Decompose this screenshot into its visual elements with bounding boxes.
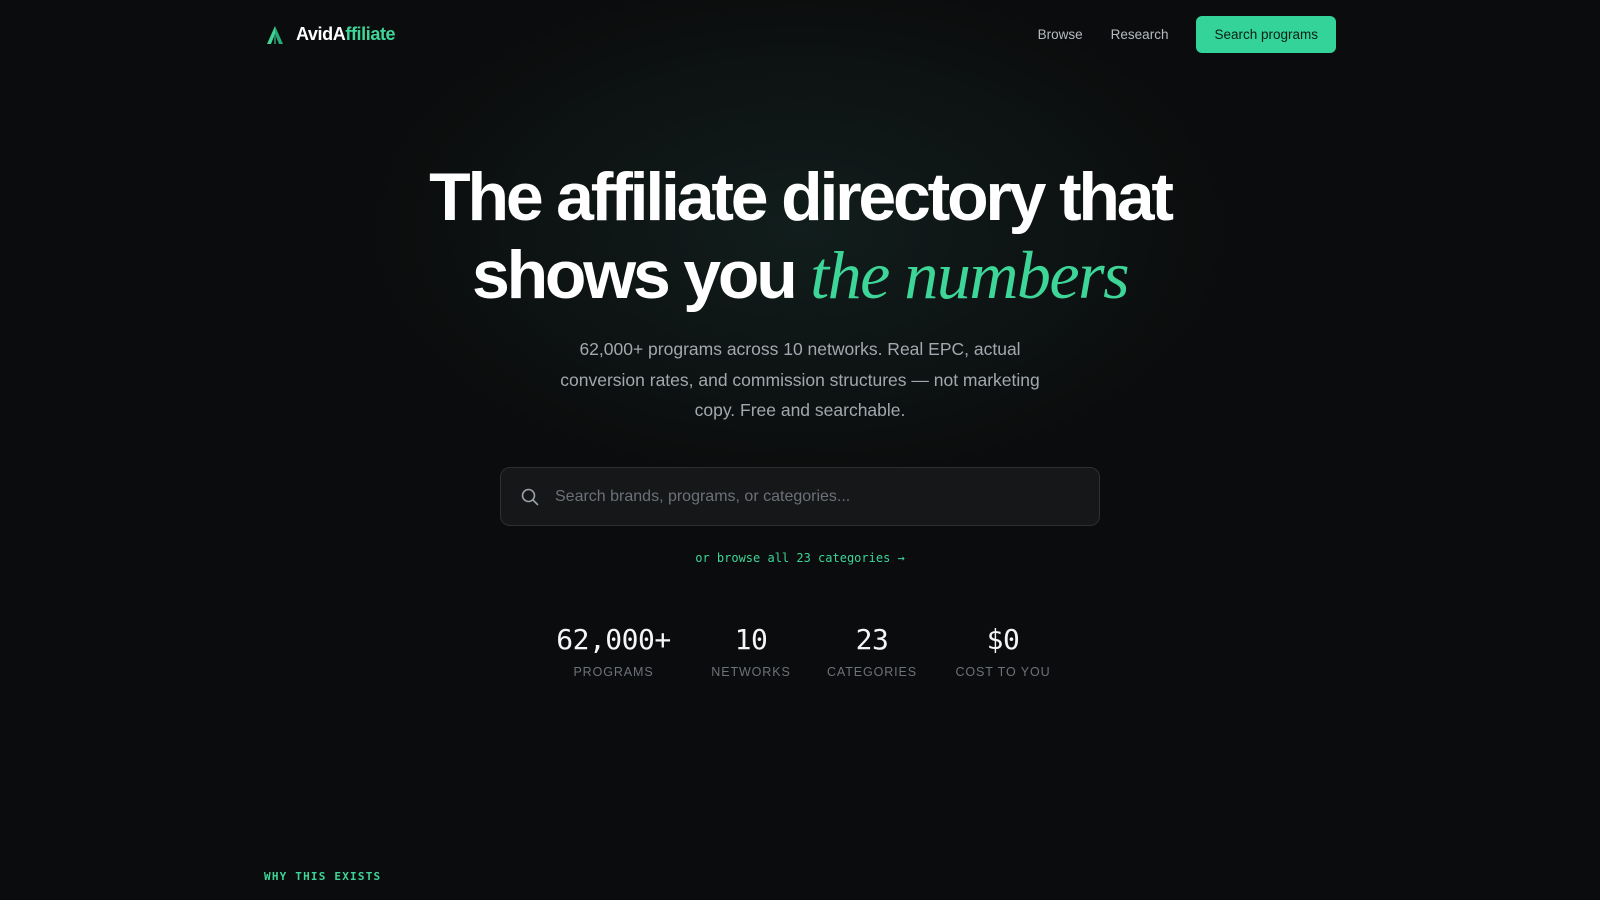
stat-label: CATEGORIES [826,665,918,679]
nav-link-research[interactable]: Research [1111,27,1169,42]
hero-subtitle: 62,000+ programs across 10 networks. Rea… [560,339,1040,420]
stats-row: 62,000+ PROGRAMS 10 NETWORKS 23 CATEGORI… [538,622,1073,679]
stat-networks: 10 NETWORKS [691,622,811,679]
brand-logo-link[interactable]: AvidAffiliate [264,24,396,46]
stat-value: $0 [986,623,1020,656]
stat-value: 23 [855,623,889,656]
stat-label: PROGRAMS [573,665,654,679]
stat-label: COST TO YOU [955,665,1051,679]
stat-value: 10 [734,623,768,656]
brand-name-suffix: ffiliate [345,24,396,44]
search-input[interactable] [555,468,1099,525]
page: AvidAffiliate Browse Research Search pro… [0,0,1600,900]
stat-programs: 62,000+ PROGRAMS [538,622,689,679]
brand-name-prefix: AvidA [296,24,346,44]
search-bar [500,467,1100,526]
search-programs-button[interactable]: Search programs [1196,16,1336,53]
section-label-why: WHY THIS EXISTS [264,870,382,883]
browse-categories-link[interactable]: or browse all 23 categories → [0,551,1600,565]
avidaffiliate-logo-icon [267,25,283,44]
nav-link-browse[interactable]: Browse [1038,27,1083,42]
top-nav: AvidAffiliate Browse Research Search pro… [264,16,1336,53]
nav-menu: Browse Research Search programs [1038,16,1336,53]
stat-categories: 23 CATEGORIES [813,622,931,679]
search-icon [521,488,539,505]
stat-label: NETWORKS [711,665,791,679]
brand-name: AvidAffiliate [296,24,396,45]
hero-title-line2: shows you [471,237,811,313]
hero-title-line1: The affiliate directory that [429,159,1174,235]
hero-title: The affiliate directory that shows you t… [0,158,1600,314]
stat-cost: $0 COST TO YOU [933,622,1073,679]
stat-value: 62,000+ [556,623,671,656]
hero-title-emphasis: the numbers [810,237,1129,313]
